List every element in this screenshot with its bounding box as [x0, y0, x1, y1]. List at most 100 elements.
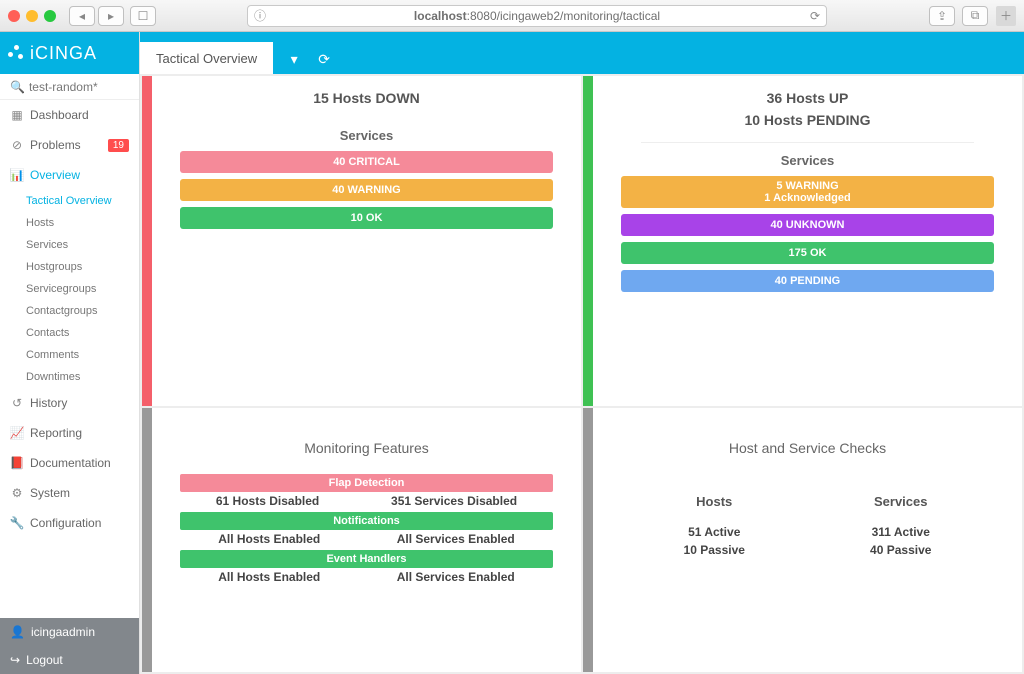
bar-warning[interactable]: 40 WARNING [180, 179, 553, 201]
hosts-up-title[interactable]: 36 Hosts UP [621, 90, 994, 106]
nav-label: Dashboard [30, 108, 89, 122]
notif-services[interactable]: All Services Enabled [397, 532, 515, 546]
reload-icon[interactable]: ⟳ [810, 9, 820, 23]
bar-warning-line2: 1 Acknowledged [764, 192, 850, 204]
nav-history[interactable]: ↺ History [0, 388, 139, 418]
sidebar: iCINGA 🔍 test-random* ▦ Dashboard ⊘ Prob… [0, 32, 140, 674]
panel-title: Monitoring Features [180, 422, 553, 474]
sidebar-item-hostgroups[interactable]: Hostgroups [0, 256, 139, 278]
tabs-button[interactable]: ⧉ [962, 6, 988, 26]
sidebar-item-downtimes[interactable]: Downtimes [0, 366, 139, 388]
status-stripe-up [583, 76, 593, 406]
sidebar-footer: 👤 icingaadmin ↪ Logout [0, 618, 139, 674]
problems-badge: 19 [108, 139, 129, 152]
search-input[interactable]: 🔍 test-random* [0, 74, 139, 100]
flap-header[interactable]: Flap Detection [180, 474, 553, 492]
services-active[interactable]: 311 Active [870, 523, 931, 541]
status-stripe-grey [583, 408, 593, 672]
wrench-icon: 🔧 [10, 516, 24, 530]
sidebar-item-comments[interactable]: Comments [0, 344, 139, 366]
notif-hosts[interactable]: All Hosts Enabled [218, 532, 320, 546]
tab-refresh-button[interactable]: ⟳ [309, 44, 339, 74]
minimize-window-icon[interactable] [26, 10, 38, 22]
divider [641, 142, 974, 143]
services-passive[interactable]: 40 Passive [870, 541, 931, 559]
bar-warning-ack[interactable]: 5 WARNING 1 Acknowledged [621, 176, 994, 208]
flap-row: 61 Hosts Disabled 351 Services Disabled [180, 494, 553, 508]
bar-critical[interactable]: 40 CRITICAL [180, 151, 553, 173]
status-stripe-grey [142, 408, 152, 672]
logo[interactable]: iCINGA [0, 43, 97, 64]
nav-system[interactable]: ⚙ System [0, 478, 139, 508]
flap-services[interactable]: 351 Services Disabled [391, 494, 517, 508]
bar-warning-line1: 5 WARNING [776, 180, 838, 192]
hosts-down-title[interactable]: 15 Hosts DOWN [180, 90, 553, 106]
nav-label: Configuration [30, 516, 101, 530]
tab-dropdown-button[interactable]: ▾ [279, 44, 309, 74]
logo-icon [8, 44, 26, 62]
dashboard-icon: ▦ [10, 108, 24, 122]
gear-icon: ⚙ [10, 486, 24, 500]
url-text: localhost:8080/icingaweb2/monitoring/tac… [414, 9, 660, 23]
site-info-icon[interactable]: ⓘ [254, 7, 266, 24]
logout-label: Logout [26, 653, 63, 667]
user-row[interactable]: 👤 icingaadmin [0, 618, 139, 646]
panel-hosts-down: 15 Hosts DOWN Services 40 CRITICAL 40 WA… [142, 76, 581, 406]
tab-tactical-overview[interactable]: Tactical Overview [140, 42, 273, 74]
nav-reporting[interactable]: 📈 Reporting [0, 418, 139, 448]
close-window-icon[interactable] [8, 10, 20, 22]
forward-button[interactable]: ▸ [98, 6, 124, 26]
sidebar-item-hosts[interactable]: Hosts [0, 212, 139, 234]
checks-hosts-label: Hosts [684, 494, 745, 509]
bar-pending[interactable]: 40 PENDING [621, 270, 994, 292]
flap-hosts[interactable]: 61 Hosts Disabled [216, 494, 319, 508]
tabbar: Tactical Overview ▾ ⟳ [140, 32, 1024, 74]
hosts-pending-title[interactable]: 10 Hosts PENDING [621, 112, 994, 128]
nav-documentation[interactable]: 📕 Documentation [0, 448, 139, 478]
bar-ok[interactable]: 10 OK [180, 207, 553, 229]
checks-hosts-col: Hosts 51 Active 10 Passive [684, 494, 745, 559]
nav-label: History [30, 396, 67, 410]
nav-overview[interactable]: 📊 Overview [0, 160, 139, 190]
fullscreen-window-icon[interactable] [44, 10, 56, 22]
new-tab-button[interactable]: ＋ [996, 6, 1016, 26]
nav-configuration[interactable]: 🔧 Configuration [0, 508, 139, 538]
nav-label: Reporting [30, 426, 82, 440]
nav-dashboard[interactable]: ▦ Dashboard [0, 100, 139, 130]
search-query: test-random* [29, 80, 98, 94]
events-services[interactable]: All Services Enabled [397, 570, 515, 584]
sidebar-item-contacts[interactable]: Contacts [0, 322, 139, 344]
tab-label: Tactical Overview [156, 51, 257, 66]
sidebar-item-contactgroups[interactable]: Contactgroups [0, 300, 139, 322]
events-hosts[interactable]: All Hosts Enabled [218, 570, 320, 584]
bar-ok[interactable]: 175 OK [621, 242, 994, 264]
brand-banner: iCINGA [0, 32, 139, 74]
nav-label: Problems [30, 138, 81, 152]
hosts-passive[interactable]: 10 Passive [684, 541, 745, 559]
book-icon: 📕 [10, 456, 24, 470]
notifications-header[interactable]: Notifications [180, 512, 553, 530]
nav-problems[interactable]: ⊘ Problems 19 [0, 130, 139, 160]
sidebar-item-services[interactable]: Services [0, 234, 139, 256]
logout-icon: ↪ [10, 653, 20, 667]
address-bar[interactable]: ⓘ localhost:8080/icingaweb2/monitoring/t… [247, 5, 827, 27]
overview-icon: 📊 [10, 168, 24, 182]
status-stripe-down [142, 76, 152, 406]
bar-unknown[interactable]: 40 UNKNOWN [621, 214, 994, 236]
hosts-active[interactable]: 51 Active [684, 523, 745, 541]
services-label: Services [621, 153, 994, 168]
user-icon: 👤 [10, 625, 25, 639]
back-button[interactable]: ◂ [69, 6, 95, 26]
browser-chrome: ◂ ▸ ☐ ⓘ localhost:8080/icingaweb2/monito… [0, 0, 1024, 32]
event-handlers-header[interactable]: Event Handlers [180, 550, 553, 568]
sidebar-item-tactical-overview[interactable]: Tactical Overview [0, 190, 139, 212]
sidebar-item-servicegroups[interactable]: Servicegroups [0, 278, 139, 300]
tactical-grid: 15 Hosts DOWN Services 40 CRITICAL 40 WA… [140, 74, 1024, 674]
username: icingaadmin [31, 625, 95, 639]
window-controls[interactable] [8, 10, 56, 22]
logout-row[interactable]: ↪ Logout [0, 646, 139, 674]
share-button[interactable]: ⇪ [929, 6, 955, 26]
sidebar-toggle-button[interactable]: ☐ [130, 6, 156, 26]
history-icon: ↺ [10, 396, 24, 410]
events-row: All Hosts Enabled All Services Enabled [180, 570, 553, 584]
